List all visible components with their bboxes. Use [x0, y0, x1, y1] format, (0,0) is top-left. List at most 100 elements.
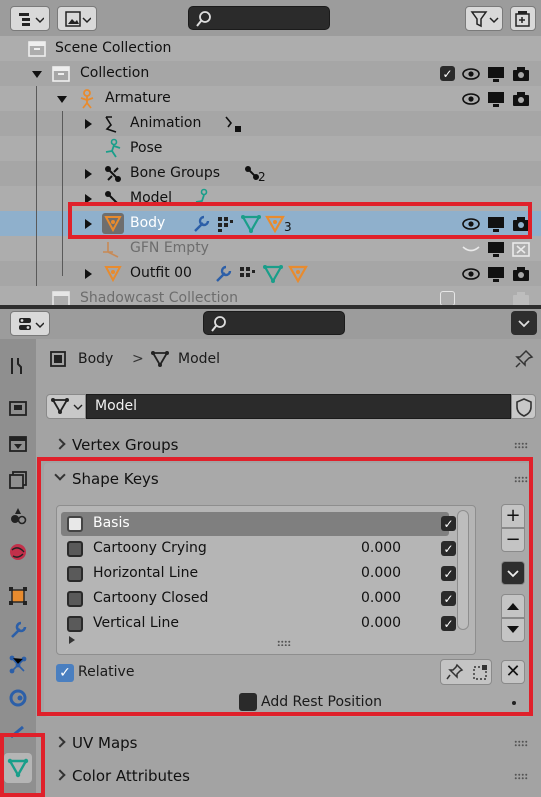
panel-shape-keys-header[interactable]: Shape Keys — [46, 464, 536, 494]
shape-key-specials-button[interactable] — [501, 561, 525, 585]
eye-icon[interactable] — [460, 213, 482, 234]
pin-icon[interactable] — [514, 349, 534, 369]
exclude-checkbox[interactable] — [440, 291, 455, 305]
list-resize-grip-icon[interactable] — [277, 640, 291, 646]
expand-toggle-icon[interactable] — [85, 269, 92, 279]
tree-row-animation[interactable]: Animation — [0, 111, 541, 136]
outliner-search-input[interactable] — [188, 6, 330, 30]
tree-row-gfn-empty[interactable]: GFN Empty — [0, 236, 541, 261]
tree-row-scene-collection[interactable]: Scene Collection — [0, 36, 541, 61]
drag-grip-icon[interactable] — [514, 740, 528, 747]
shape-key-mute-checkbox[interactable]: ✓ — [441, 616, 456, 631]
expand-toggle-icon[interactable] — [85, 169, 92, 179]
filter-button[interactable] — [465, 6, 503, 31]
tree-row-shadowcast-collection[interactable]: Shadowcast Collection — [0, 286, 541, 305]
shape-key-value[interactable]: 0.000 — [361, 540, 401, 556]
camera-disabled-icon[interactable] — [510, 238, 532, 259]
remove-shape-key-button[interactable]: − — [501, 528, 525, 552]
shape-key-mute-checkbox[interactable]: ✓ — [441, 516, 456, 531]
tree-row-body[interactable]: Body 3 — [0, 211, 541, 236]
tree-label: Shadowcast Collection — [80, 290, 238, 305]
tree-row-collection[interactable]: Collection ✓ — [0, 61, 541, 86]
monitor-icon[interactable] — [485, 88, 507, 109]
panel-vertex-groups-header[interactable]: Vertex Groups — [46, 430, 536, 460]
new-collection-button[interactable] — [510, 6, 536, 31]
datablock-name-field[interactable]: Model — [86, 394, 511, 419]
tab-physics[interactable] — [4, 683, 32, 713]
panel-color-attributes-header[interactable]: Color Attributes — [46, 761, 536, 791]
move-down-button[interactable] — [501, 618, 525, 642]
fake-user-button[interactable] — [511, 394, 536, 419]
camera-icon[interactable] — [510, 288, 532, 305]
monitor-icon[interactable] — [485, 63, 507, 84]
shape-key-row[interactable]: Cartoony Crying 0.000 ✓ — [61, 537, 456, 561]
eye-icon[interactable] — [460, 88, 482, 109]
tab-object[interactable] — [4, 581, 32, 611]
expand-toggle-icon[interactable] — [85, 219, 92, 229]
camera-icon[interactable] — [510, 88, 532, 109]
search-icon — [196, 11, 211, 27]
tree-row-bone-groups[interactable]: Bone Groups 2 — [0, 161, 541, 186]
display-mode-button[interactable] — [57, 6, 97, 31]
tab-particles[interactable] — [4, 649, 32, 679]
monitor-icon[interactable] — [485, 263, 507, 284]
tab-world[interactable] — [4, 537, 32, 567]
tab-render[interactable] — [4, 393, 32, 423]
tree-row-outfit[interactable]: Outfit 00 — [0, 261, 541, 286]
shape-key-value[interactable]: 0.000 — [361, 590, 401, 606]
list-scrollbar[interactable] — [457, 510, 469, 630]
eye-hidden-icon[interactable] — [460, 238, 482, 259]
clear-shape-keys-button[interactable]: ✕ — [501, 660, 525, 684]
add-shape-key-button[interactable]: + — [501, 504, 525, 528]
shape-key-mute-checkbox[interactable]: ✓ — [441, 591, 456, 606]
tree-row-model[interactable]: Model — [0, 186, 541, 211]
shape-key-row[interactable]: Vertical Line 0.000 ✓ — [61, 612, 456, 636]
move-up-button[interactable] — [501, 594, 525, 618]
child-count: 2 — [258, 170, 266, 184]
add-rest-position-checkbox[interactable] — [239, 693, 257, 711]
tab-scene[interactable] — [4, 501, 32, 531]
tab-modifiers[interactable] — [4, 615, 32, 645]
tab-output[interactable] — [4, 429, 32, 459]
properties-search-input[interactable] — [203, 311, 345, 335]
camera-icon[interactable] — [510, 63, 532, 84]
drag-grip-icon[interactable] — [514, 773, 528, 780]
tab-data[interactable] — [4, 753, 32, 783]
shape-key-mute-checkbox[interactable]: ✓ — [441, 566, 456, 581]
shape-key-row[interactable]: Horizontal Line 0.000 ✓ — [61, 562, 456, 586]
tab-view-layer[interactable] — [4, 465, 32, 495]
tab-constraints[interactable] — [4, 717, 32, 747]
eye-icon[interactable] — [460, 63, 482, 84]
exclude-checkbox[interactable]: ✓ — [440, 66, 455, 81]
header-options-button[interactable] — [511, 311, 537, 335]
shape-key-value[interactable]: 0.000 — [361, 565, 401, 581]
image-icon — [65, 10, 91, 27]
tool-icon — [11, 358, 22, 374]
shape-key-row-basis[interactable]: Basis ✓ — [61, 512, 456, 536]
eye-icon[interactable] — [460, 263, 482, 284]
tree-row-armature[interactable]: Armature — [0, 86, 541, 111]
shape-key-value[interactable]: 0.000 — [361, 615, 401, 631]
monitor-icon[interactable] — [485, 213, 507, 234]
editor-type-button[interactable] — [10, 311, 50, 336]
tree-row-pose[interactable]: Pose — [0, 136, 541, 161]
expand-toggle-icon[interactable] — [85, 194, 92, 204]
expand-toggle-icon[interactable] — [57, 96, 67, 103]
decorator-dot-icon[interactable] — [512, 701, 516, 705]
drag-grip-icon[interactable] — [514, 442, 528, 449]
shape-key-row[interactable]: Cartoony Closed 0.000 ✓ — [61, 587, 456, 611]
monitor-icon[interactable] — [485, 238, 507, 259]
camera-icon[interactable] — [510, 213, 532, 234]
panel-uv-maps-header[interactable]: UV Maps — [46, 728, 536, 758]
expand-toggle-icon[interactable] — [85, 119, 92, 129]
shape-key-mute-checkbox[interactable]: ✓ — [441, 541, 456, 556]
expand-toggle-icon[interactable] — [32, 71, 42, 78]
shape-key-lock-buttons[interactable] — [440, 659, 492, 685]
editor-type-button[interactable] — [10, 6, 50, 31]
datablock-browse-button[interactable] — [46, 394, 86, 419]
drag-grip-icon[interactable] — [514, 476, 528, 483]
relative-checkbox[interactable]: ✓ — [56, 664, 74, 682]
camera-icon[interactable] — [510, 263, 532, 284]
tab-tool[interactable] — [4, 351, 32, 381]
list-filter-toggle-icon[interactable] — [69, 636, 75, 644]
